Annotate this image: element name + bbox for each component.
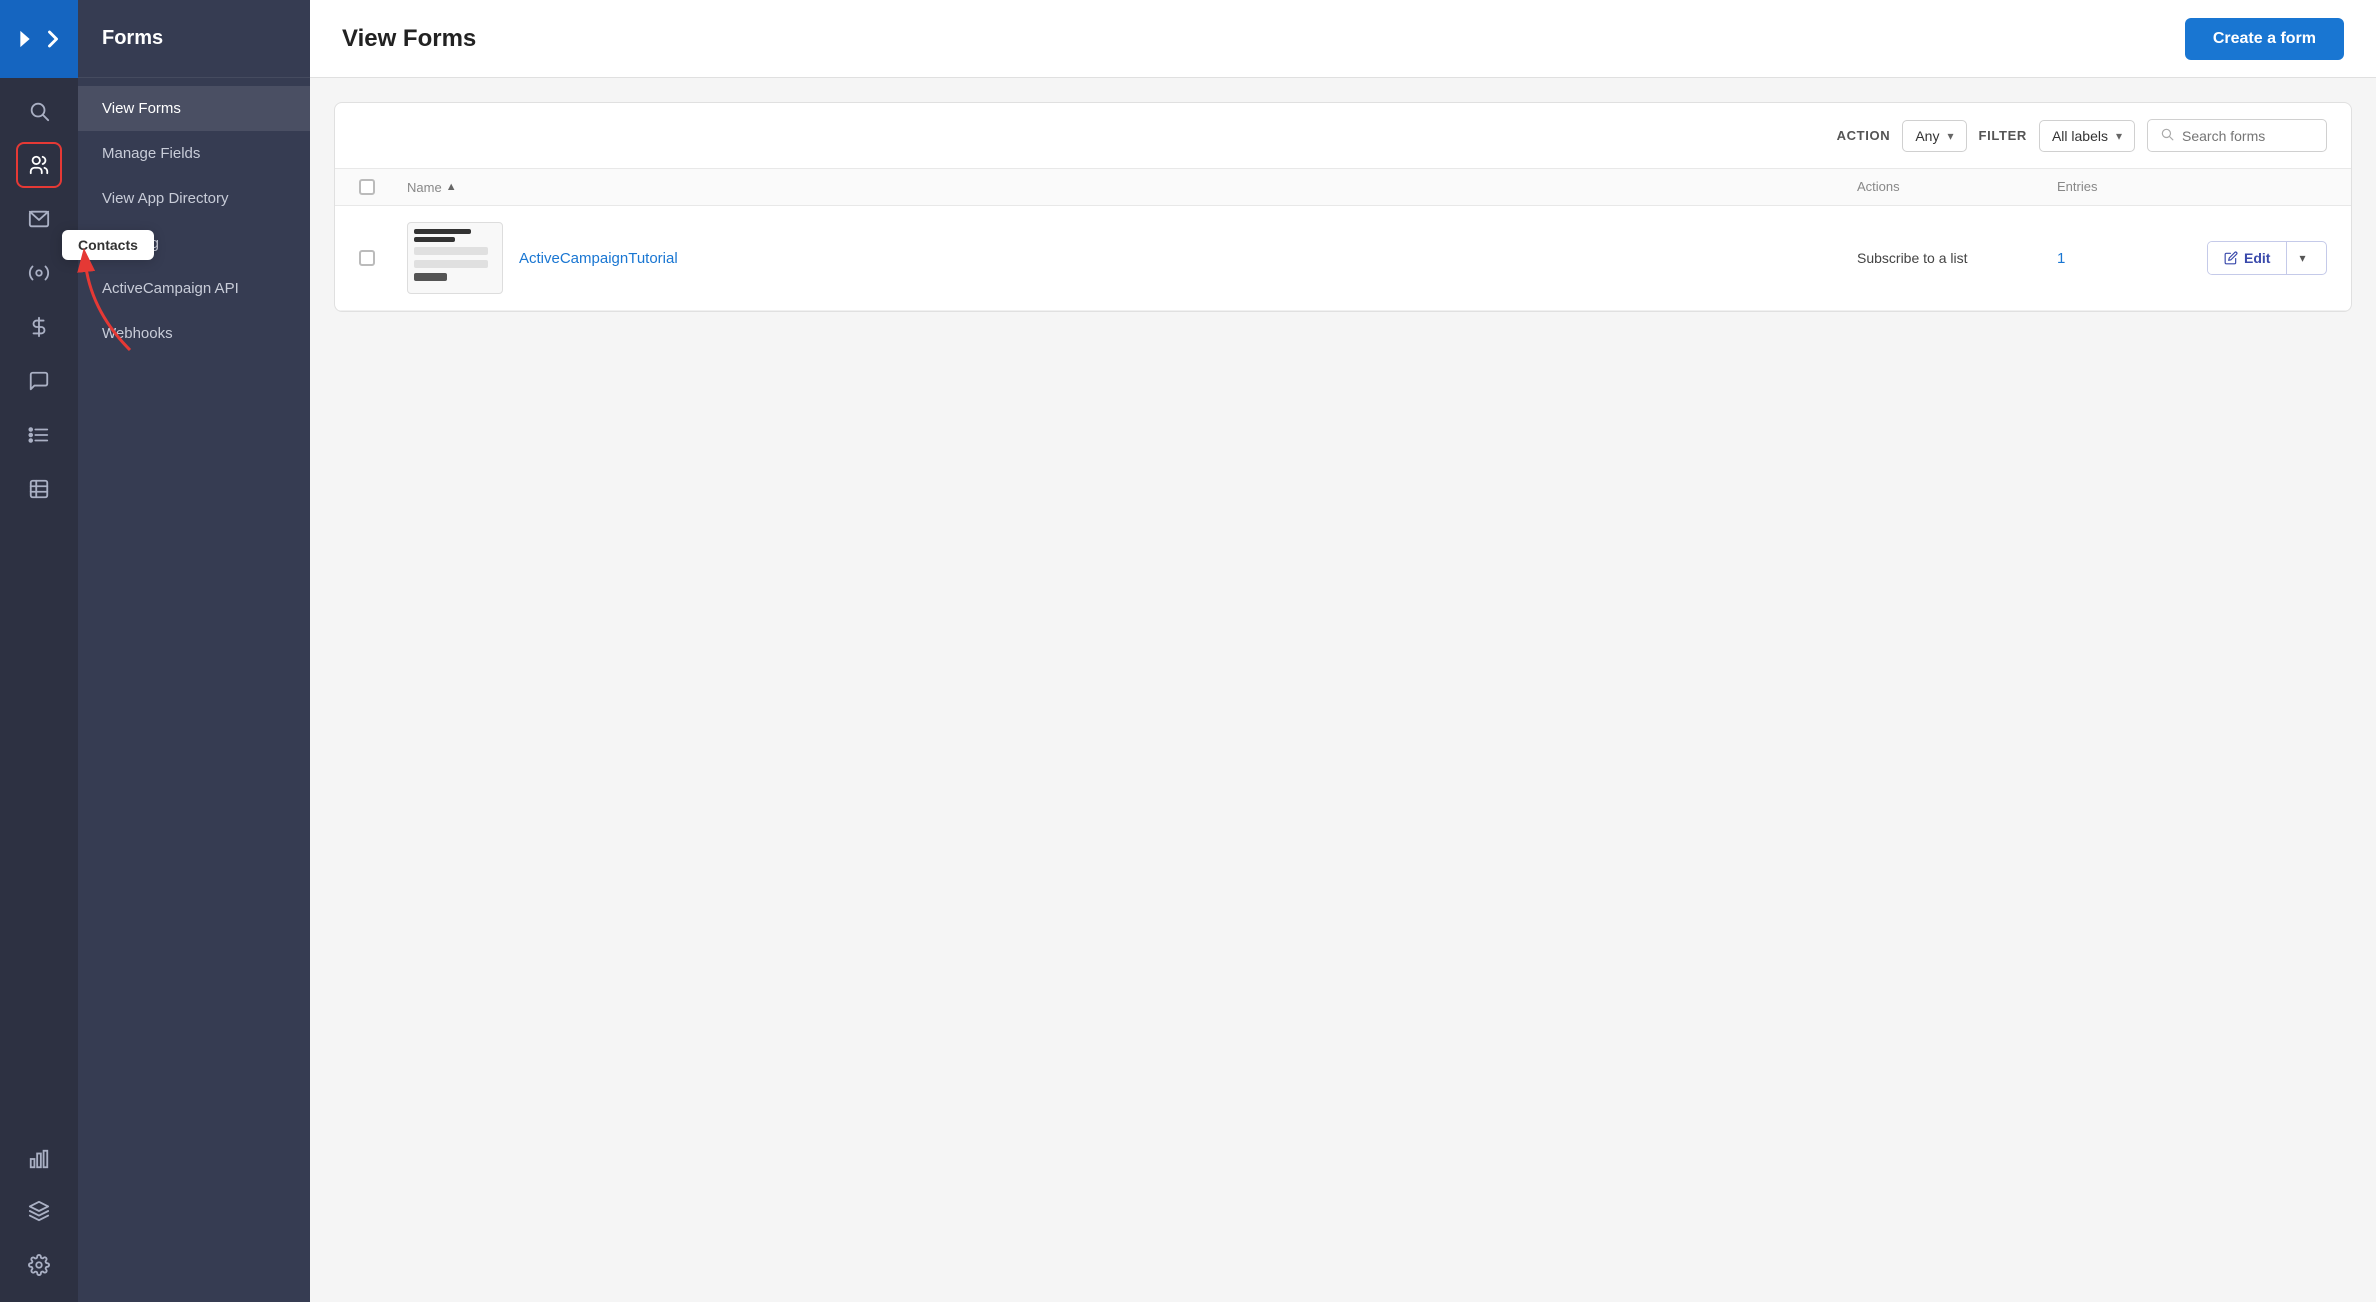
action-label: ACTION: [1837, 128, 1891, 143]
thumb-field-1: [414, 247, 488, 255]
main-content: View Forms Create a form ACTION Any ▾ FI…: [310, 0, 2376, 1302]
table-row: ActiveCampaignTutorial Subscribe to a li…: [335, 206, 2351, 311]
th-edit: [2207, 179, 2327, 195]
sidebar-item-manage-fields[interactable]: Manage Fields: [78, 131, 310, 176]
nav-search[interactable]: [18, 90, 60, 132]
nav-conversations[interactable]: [18, 360, 60, 402]
nav-deals[interactable]: [18, 306, 60, 348]
table-header: Name ▲ Actions Entries: [335, 169, 2351, 206]
sidebar-header: Forms: [78, 0, 310, 78]
nav-bar-chart[interactable]: [18, 1138, 60, 1180]
content-area: ACTION Any ▾ FILTER All labels ▾: [310, 78, 2376, 1302]
thumb-line-1: [414, 229, 471, 234]
sidebar-title: Forms: [102, 27, 163, 50]
th-entries: Entries: [2057, 179, 2207, 195]
form-thumbnail: [407, 222, 503, 294]
rail-logo[interactable]: [0, 0, 78, 78]
row-checkbox: [359, 250, 407, 266]
sidebar-nav: View Forms Manage Fields View App Direct…: [78, 78, 310, 364]
search-icon: [2160, 127, 2174, 144]
nav-reports[interactable]: [18, 468, 60, 510]
thumb-line-2: [414, 237, 455, 242]
filter-chevron-icon: ▾: [2116, 129, 2122, 143]
sidebar-item-view-app-directory[interactable]: View App Directory: [78, 176, 310, 221]
edit-button[interactable]: Edit: [2208, 242, 2286, 274]
row-select-checkbox[interactable]: [359, 250, 375, 266]
forms-panel: ACTION Any ▾ FILTER All labels ▾: [334, 102, 2352, 312]
select-all-checkbox[interactable]: [359, 179, 375, 195]
nav-contacts[interactable]: [18, 144, 60, 186]
search-input[interactable]: [2182, 128, 2312, 144]
edit-dropdown-button[interactable]: ▾: [2287, 242, 2317, 274]
sidebar-item-webhooks[interactable]: Webhooks: [78, 311, 310, 356]
nav-automation[interactable]: [18, 252, 60, 294]
search-box[interactable]: [2147, 119, 2327, 152]
sidebar-item-activecampaign-api[interactable]: ActiveCampaign API: [78, 266, 310, 311]
th-checkbox: [359, 179, 407, 195]
page-title: View Forms: [342, 25, 476, 53]
action-select[interactable]: Any ▾: [1902, 120, 1966, 152]
sidebar: Forms View Forms Manage Fields View App …: [78, 0, 310, 1302]
chevron-right-icon: [11, 25, 39, 53]
dropdown-chevron-icon: ▾: [2299, 251, 2305, 265]
filter-bar: ACTION Any ▾ FILTER All labels ▾: [335, 103, 2351, 169]
thumb-field-2: [414, 260, 488, 268]
filter-label: FILTER: [1979, 128, 2027, 143]
thumb-btn: [414, 273, 447, 281]
sidebar-item-view-forms[interactable]: View Forms: [78, 86, 310, 131]
filter-select[interactable]: All labels ▾: [2039, 120, 2135, 152]
pencil-icon: [2224, 251, 2238, 265]
form-link[interactable]: ActiveCampaignTutorial: [519, 250, 678, 267]
form-name-cell: ActiveCampaignTutorial: [407, 222, 1857, 294]
sidebar-item-tracking[interactable]: Tracking: [78, 221, 310, 266]
th-actions: Actions: [1857, 179, 2057, 195]
nav-lists[interactable]: [18, 414, 60, 456]
nav-layers[interactable]: [18, 1190, 60, 1232]
main-header: View Forms Create a form: [310, 0, 2376, 78]
icon-rail: [0, 0, 78, 1302]
row-action: Subscribe to a list: [1857, 250, 2057, 266]
sort-arrow-icon: ▲: [446, 181, 457, 193]
nav-settings[interactable]: [18, 1244, 60, 1286]
nav-mail[interactable]: [18, 198, 60, 240]
th-name[interactable]: Name ▲: [407, 179, 1857, 195]
create-form-button[interactable]: Create a form: [2185, 18, 2344, 60]
row-entries: 1: [2057, 250, 2207, 267]
action-chevron-icon: ▾: [1947, 129, 1953, 143]
edit-btn-group: Edit ▾: [2207, 241, 2327, 275]
